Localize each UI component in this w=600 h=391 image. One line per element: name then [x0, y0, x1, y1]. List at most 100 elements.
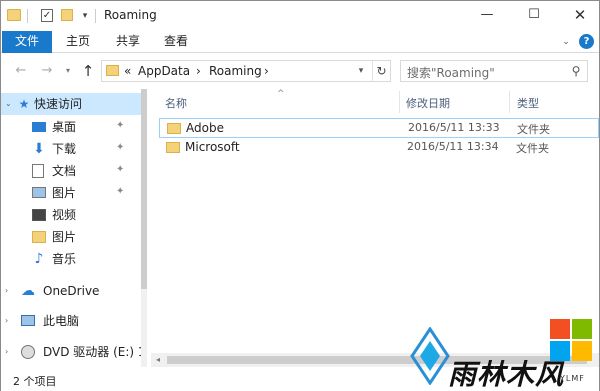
- file-type: 文件夹: [516, 142, 549, 155]
- window-title: Roaming: [104, 8, 157, 22]
- explorer-window: ✓ ▾ Roaming — ☐ ✕ 文件 主页 共享 查看 ⌄ ? ← → ▾ …: [0, 0, 600, 391]
- nav-item-label: 图片: [52, 230, 77, 244]
- file-name: Adobe: [186, 121, 224, 135]
- maximize-button[interactable]: ☐: [514, 1, 554, 29]
- onedrive-icon: ☁: [21, 283, 35, 299]
- download-icon: ⬇: [33, 141, 45, 157]
- folder-icon: [167, 123, 181, 134]
- column-divider[interactable]: [509, 91, 510, 113]
- column-divider[interactable]: [399, 91, 400, 113]
- address-bar[interactable]: « AppData › Roaming › ▾ ↻: [101, 60, 391, 82]
- nav-item-folder-pictures[interactable]: 图片: [1, 226, 147, 248]
- breadcrumb-separator[interactable]: ›: [196, 64, 201, 78]
- nav-item-downloads[interactable]: ⬇ 下载 ✦: [1, 138, 147, 160]
- nav-item-label: 桌面: [52, 120, 77, 134]
- folder-icon: [106, 65, 119, 76]
- logo-square: [550, 319, 570, 339]
- nav-item-label: 图片: [52, 186, 77, 200]
- chevron-right-icon[interactable]: ›: [5, 286, 8, 295]
- breadcrumb-roaming[interactable]: Roaming: [209, 64, 262, 78]
- logo-square: [572, 319, 592, 339]
- ribbon-tabs: 文件 主页 共享 查看 ⌄ ?: [1, 31, 599, 53]
- watermark-subtext: YLMF: [560, 374, 585, 383]
- nav-item-desktop[interactable]: 桌面 ✦: [1, 116, 147, 138]
- item-count: 2 个项目: [13, 375, 57, 388]
- nav-item-label: OneDrive: [43, 284, 100, 298]
- search-placeholder: 搜索"Roaming": [407, 66, 495, 80]
- scrollbar-thumb[interactable]: [141, 89, 147, 289]
- nav-item-pictures[interactable]: 图片 ✦: [1, 182, 147, 204]
- pin-icon[interactable]: ✦: [116, 142, 124, 153]
- properties-icon[interactable]: ✓: [41, 9, 53, 22]
- tab-home[interactable]: 主页: [58, 31, 98, 53]
- document-icon: [32, 164, 44, 178]
- nav-item-this-pc[interactable]: › 此电脑: [1, 310, 147, 332]
- new-folder-icon[interactable]: [61, 9, 73, 21]
- file-row-microsoft[interactable]: Microsoft 2016/5/11 13:34 文件夹: [159, 138, 599, 158]
- chevron-down-icon[interactable]: ▾: [352, 61, 370, 81]
- nav-item-label: 音乐: [52, 252, 77, 266]
- chevron-down-icon[interactable]: ⌄: [5, 99, 12, 108]
- pin-icon[interactable]: ✦: [116, 120, 124, 131]
- address-row: ← → ▾ ↑ « AppData › Roaming › ▾ ↻ 搜索"Roa…: [1, 54, 599, 88]
- file-row-adobe[interactable]: Adobe 2016/5/11 13:33 文件夹: [159, 118, 599, 138]
- pin-icon[interactable]: ✦: [116, 164, 124, 175]
- music-icon: ♪: [34, 251, 44, 267]
- breadcrumb-separator[interactable]: ›: [264, 64, 269, 78]
- nav-item-documents[interactable]: 文档 ✦: [1, 160, 147, 182]
- tab-view[interactable]: 查看: [156, 31, 196, 53]
- chevron-down-icon[interactable]: ⌄: [559, 35, 573, 49]
- scroll-left-icon[interactable]: ◂: [151, 353, 165, 367]
- column-header-name[interactable]: 名称: [165, 95, 187, 111]
- search-input[interactable]: 搜索"Roaming" ⚲: [400, 60, 588, 82]
- column-header-modified[interactable]: 修改日期: [406, 95, 450, 111]
- tab-file[interactable]: 文件: [2, 31, 52, 53]
- help-icon[interactable]: ?: [579, 34, 594, 49]
- divider: [27, 9, 28, 23]
- divider: [95, 9, 96, 23]
- nav-item-label: 下载: [52, 142, 77, 156]
- title-bar: ✓ ▾ Roaming — ☐ ✕: [1, 1, 599, 31]
- nav-item-label: 文档: [52, 164, 77, 178]
- pin-icon[interactable]: ✦: [116, 186, 124, 197]
- nav-item-videos[interactable]: 视频: [1, 204, 147, 226]
- nav-item-label: DVD 驱动器 (E:) 1: [43, 345, 146, 359]
- folder-icon: [32, 231, 46, 243]
- star-icon: ★: [18, 97, 30, 111]
- logo-square: [572, 341, 592, 361]
- recent-locations-icon[interactable]: ▾: [63, 63, 73, 79]
- minimize-button[interactable]: —: [467, 1, 507, 29]
- video-icon: [32, 209, 46, 221]
- refresh-icon[interactable]: ↻: [372, 61, 390, 81]
- breadcrumb-overflow[interactable]: «: [124, 64, 131, 78]
- nav-item-music[interactable]: ♪ 音乐: [1, 248, 147, 270]
- forward-arrow-icon[interactable]: →: [39, 63, 55, 79]
- breadcrumb-appdata[interactable]: AppData: [138, 64, 190, 78]
- up-arrow-icon[interactable]: ↑: [79, 63, 97, 79]
- folder-icon: [166, 142, 180, 153]
- nav-item-label: 此电脑: [43, 314, 80, 328]
- desktop-icon: [32, 122, 46, 132]
- file-name: Microsoft: [185, 140, 240, 154]
- computer-icon: [21, 315, 35, 326]
- nav-item-quick-access[interactable]: ⌄ ★ 快速访问: [1, 93, 147, 115]
- watermark-text: 雨林木风: [448, 358, 565, 391]
- folder-icon[interactable]: [7, 9, 21, 21]
- customize-toolbar-icon[interactable]: ▾: [79, 9, 91, 23]
- nav-scrollbar[interactable]: [141, 89, 147, 367]
- chevron-right-icon[interactable]: ›: [5, 347, 8, 356]
- nav-item-label: 视频: [52, 208, 77, 222]
- back-arrow-icon[interactable]: ←: [13, 63, 29, 79]
- chevron-right-icon[interactable]: ›: [5, 316, 8, 325]
- dvd-icon: [21, 345, 35, 359]
- tab-share[interactable]: 共享: [108, 31, 148, 53]
- search-icon[interactable]: ⚲: [568, 63, 584, 79]
- column-header-type[interactable]: 类型: [517, 95, 539, 111]
- pictures-icon: [32, 187, 46, 198]
- navigation-pane: ⌄ ★ 快速访问 桌面 ✦ ⬇ 下载 ✦ 文档 ✦ 图片 ✦ 视频 图片 ♪ 音…: [1, 89, 147, 369]
- nav-item-label: 快速访问: [34, 97, 83, 111]
- nav-item-onedrive[interactable]: › ☁ OneDrive: [1, 280, 147, 302]
- file-modified: 2016/5/11 13:34: [407, 140, 499, 153]
- close-button[interactable]: ✕: [560, 1, 600, 29]
- nav-item-dvd-drive[interactable]: › DVD 驱动器 (E:) 1: [1, 341, 147, 363]
